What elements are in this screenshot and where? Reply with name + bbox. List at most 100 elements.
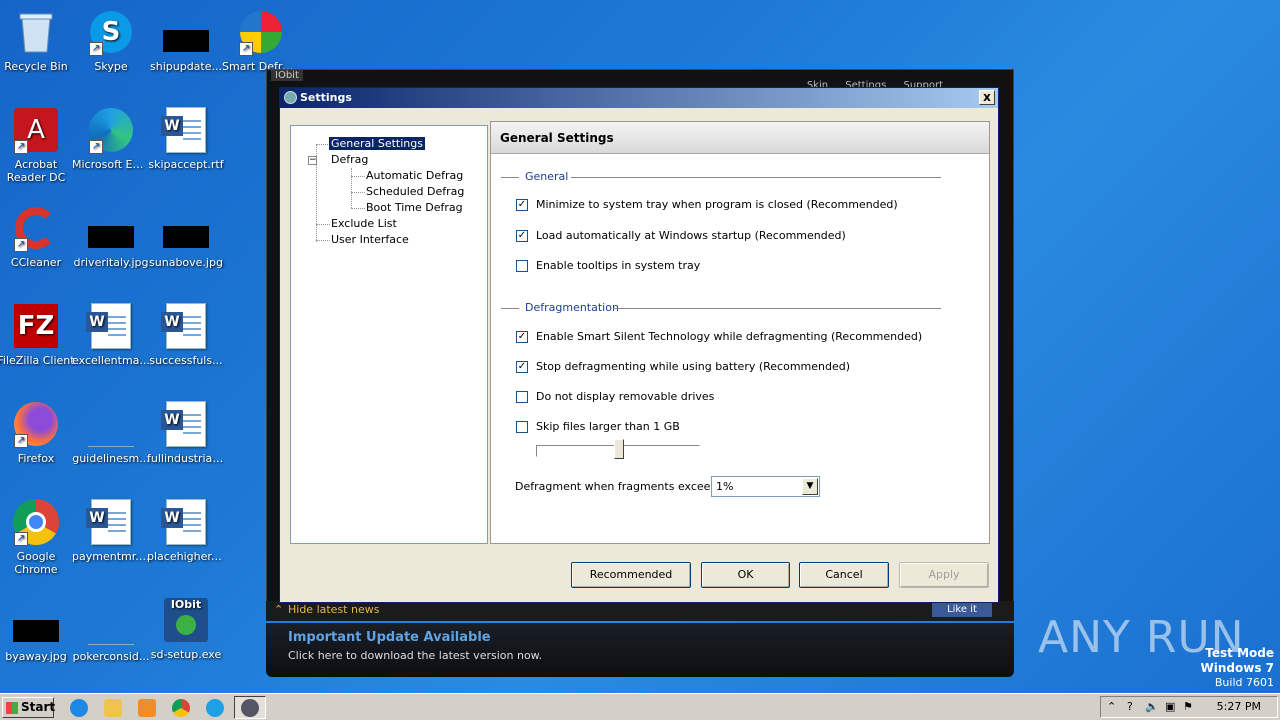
edge-taskbar-icon[interactable]	[206, 699, 224, 717]
ok-button[interactable]: OK	[701, 562, 790, 588]
recommended-button[interactable]: Recommended	[571, 562, 691, 588]
desktop-icon-chrome[interactable]: ↗ Google Chrome	[0, 498, 75, 576]
os-label: Windows 7	[1200, 661, 1274, 675]
acrobat-icon: A ↗	[12, 106, 60, 154]
desktop-icon-label: driveritaly.jpg	[73, 256, 149, 269]
desktop-icon-excellentma[interactable]: excellentma...	[72, 302, 150, 367]
media-player-icon[interactable]	[138, 699, 156, 717]
update-banner[interactable]: Important Update Available Click here to…	[266, 623, 1014, 677]
collapse-defrag-icon[interactable]: −	[308, 156, 317, 165]
tree-item-automatic-defrag[interactable]: Automatic Defrag	[366, 169, 463, 182]
volume-icon[interactable]: 🔈	[1145, 700, 1159, 713]
tree-item-general-settings[interactable]: General Settings	[329, 137, 425, 150]
desktop-icon-edge[interactable]: ↗ Microsoft Edge	[72, 106, 150, 171]
dialog-titlebar[interactable]: Settings x	[280, 88, 998, 108]
desktop-icon-label: excellentma...	[72, 354, 150, 367]
checkbox-skip-large-files[interactable]	[516, 420, 528, 433]
test-mode-label: Test Mode	[1205, 646, 1274, 660]
general-group-header: General	[525, 170, 569, 183]
desktop-icon-sunabove[interactable]: sunabove.jpg	[147, 204, 225, 269]
general-settings-panel: General Settings General ✓ Minimize to s…	[490, 121, 990, 544]
desktop-icon-skype[interactable]: S ↗ Skype	[72, 8, 150, 73]
desktop-icon-label: paymentmr.rtf	[72, 550, 150, 563]
checkbox-hide-removable[interactable]	[516, 390, 528, 403]
desktop-icon-fullindustrial[interactable]: fullindustrial...	[147, 400, 225, 465]
desktop-icon-acrobat[interactable]: A ↗ Acrobat Reader DC	[0, 106, 75, 184]
network-icon[interactable]: ▣	[1165, 700, 1175, 713]
hide-news-link[interactable]: Hide latest news	[288, 603, 379, 616]
desktop-icon-recycle-bin[interactable]: Recycle Bin	[0, 8, 75, 73]
chevron-up-icon: ⌃	[274, 603, 284, 616]
smart-defrag-icon: ↗	[237, 8, 285, 56]
chevron-down-icon[interactable]: ▼	[802, 478, 818, 495]
settings-app-icon	[284, 91, 297, 104]
option-smart-silent[interactable]: ✓ Enable Smart Silent Technology while d…	[516, 330, 922, 343]
word-document-icon	[86, 498, 135, 546]
checkbox-enable-tooltips[interactable]	[516, 259, 528, 272]
update-subtitle: Click here to download the latest versio…	[288, 649, 543, 662]
option-skip-large-files[interactable]: Skip files larger than 1 GB	[516, 420, 680, 433]
option-hide-removable[interactable]: Do not display removable drives	[516, 390, 714, 403]
like-button[interactable]: Like it	[932, 603, 992, 617]
checkbox-stop-on-battery[interactable]: ✓	[516, 360, 528, 373]
desktop-icon-driveritaly[interactable]: driveritaly.jpg	[72, 204, 150, 269]
test-mode-info: Test Mode Windows 7 Build 7601	[1201, 646, 1274, 690]
desktop-icon-firefox[interactable]: ↗ Firefox	[0, 400, 75, 465]
smart-defrag-taskbar-button[interactable]	[234, 696, 266, 719]
desktop-icon-guidelinesm[interactable]: guidelinesm...	[72, 400, 150, 465]
option-stop-on-battery[interactable]: ✓ Stop defragmenting while using battery…	[516, 360, 850, 373]
ie-icon[interactable]	[70, 699, 88, 717]
checkbox-smart-silent[interactable]: ✓	[516, 330, 528, 343]
desktop-icon-filezilla[interactable]: FZ FileZilla Client	[0, 302, 75, 367]
desktop-icon-placehigher[interactable]: placehigher.rtf	[147, 498, 225, 563]
file-icon	[87, 598, 135, 646]
apply-button[interactable]: Apply	[899, 562, 989, 588]
desktop-icon-label: Acrobat Reader DC	[6, 158, 66, 184]
windows-logo-icon	[6, 702, 18, 714]
desktop-icon-byaway[interactable]: byaway.jpg	[0, 598, 75, 663]
divider	[501, 308, 519, 309]
desktop-icon-paymentmr[interactable]: paymentmr.rtf	[72, 498, 150, 563]
filezilla-icon: FZ	[12, 302, 60, 350]
option-label: Stop defragmenting while using battery (…	[536, 360, 851, 373]
desktop-icon-smart-defrag[interactable]: ↗ Smart Defrag 2	[222, 8, 300, 73]
flag-icon[interactable]: ⚑	[1183, 700, 1193, 713]
cancel-button[interactable]: Cancel	[799, 562, 889, 588]
build-label: Build 7601	[1214, 676, 1274, 689]
explorer-icon[interactable]	[104, 699, 122, 717]
tree-item-user-interface[interactable]: User Interface	[331, 233, 409, 246]
clock[interactable]: 5:27 PM	[1217, 700, 1261, 713]
chrome-taskbar-icon[interactable]	[172, 699, 190, 717]
iobit-setup-icon: IObit	[162, 596, 210, 644]
option-label: Enable Smart Silent Technology while def…	[536, 330, 923, 343]
option-load-at-startup[interactable]: ✓ Load automatically at Windows startup …	[516, 229, 846, 242]
checkbox-load-at-startup[interactable]: ✓	[516, 229, 528, 242]
help-icon[interactable]: ?	[1127, 700, 1133, 713]
desktop-icon-shipupdate[interactable]: shipupdate...	[147, 8, 225, 73]
file-size-slider-thumb[interactable]	[614, 439, 624, 459]
close-button[interactable]: x	[979, 90, 995, 105]
tree-item-defrag[interactable]: Defrag	[331, 153, 368, 166]
chevron-up-icon[interactable]: ⌃	[1107, 700, 1116, 713]
recycle-bin-icon	[12, 8, 60, 56]
desktop-icon-ccleaner[interactable]: ↗ CCleaner	[0, 204, 75, 269]
desktop-icon-label: Recycle Bin	[4, 60, 68, 73]
desktop-icon-sd-setup[interactable]: IObit sd-setup.exe	[147, 596, 225, 661]
tree-item-boot-time-defrag[interactable]: Boot Time Defrag	[366, 201, 463, 214]
ccleaner-icon: ↗	[12, 204, 60, 252]
word-document-icon	[161, 498, 210, 546]
desktop-icon-pokerconsid[interactable]: pokerconsid...	[72, 598, 150, 663]
start-button[interactable]: Start	[2, 697, 55, 718]
skype-icon: S ↗	[87, 8, 135, 56]
option-label: Skip files larger than 1 GB	[536, 420, 680, 433]
checkbox-minimize-to-tray[interactable]: ✓	[516, 198, 528, 211]
divider	[613, 308, 941, 309]
desktop-icon-skipaccept[interactable]: skipaccept.rtf	[147, 106, 225, 171]
tree-item-scheduled-defrag[interactable]: Scheduled Defrag	[366, 185, 464, 198]
desktop-icon-successfuls[interactable]: successfuls...	[147, 302, 225, 367]
tree-item-exclude-list[interactable]: Exclude List	[331, 217, 397, 230]
fragments-dropdown[interactable]: 1% ▼	[711, 476, 820, 497]
option-enable-tooltips[interactable]: Enable tooltips in system tray	[516, 259, 700, 272]
option-minimize-to-tray[interactable]: ✓ Minimize to system tray when program i…	[516, 198, 898, 211]
firefox-icon: ↗	[12, 400, 60, 448]
